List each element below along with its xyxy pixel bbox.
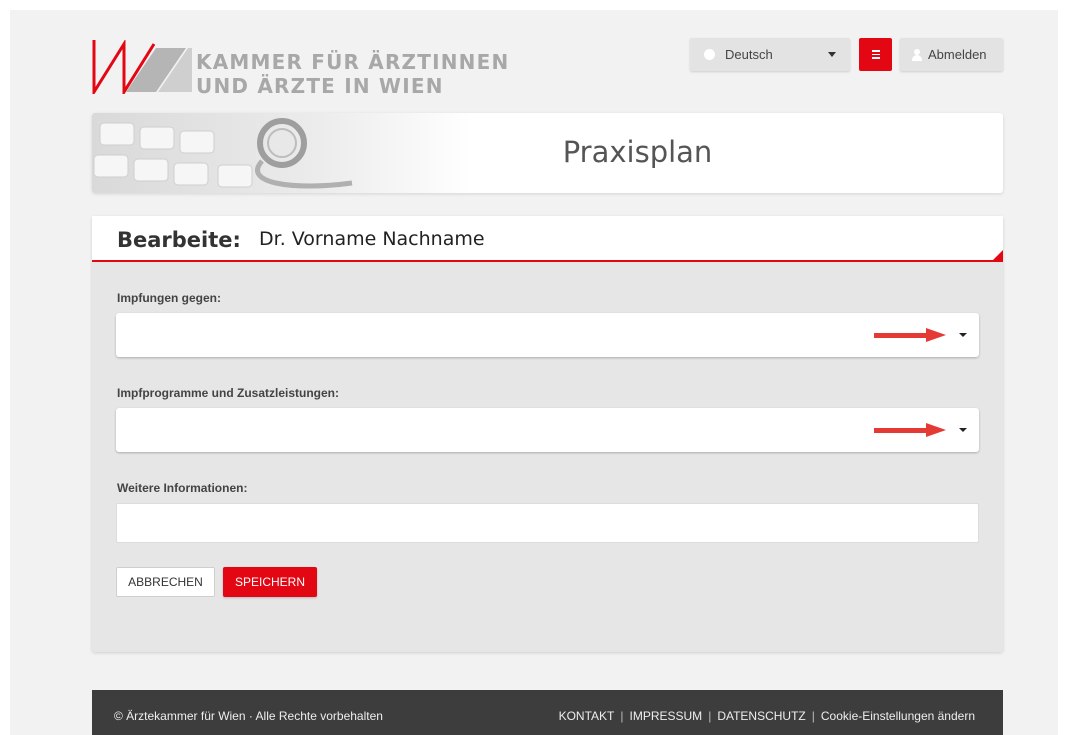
copyright-text: © Ärztekammer für Wien · Alle Rechte vor… bbox=[114, 709, 383, 723]
footer-links: KONTAKT | IMPRESSUM | DATENSCHUTZ | Cook… bbox=[559, 709, 975, 723]
user-icon bbox=[912, 48, 922, 61]
vaccinations-label: Impfungen gegen: bbox=[117, 291, 221, 305]
vaccinations-select[interactable] bbox=[116, 313, 979, 357]
logo-line-1: KAMMER FÜR ÄRZTINNEN bbox=[196, 50, 510, 74]
info-label: Weitere Informationen: bbox=[117, 481, 248, 495]
page-title: Praxisplan bbox=[562, 135, 713, 169]
cancel-button[interactable]: ABBRECHEN bbox=[116, 567, 215, 597]
footer-separator: | bbox=[811, 709, 815, 723]
edit-form-card: Bearbeite: Dr. Vorname Nachname Impfunge… bbox=[92, 216, 1003, 652]
logo-line-2: UND ÄRZTE IN WIEN bbox=[196, 74, 444, 98]
chevron-down-icon bbox=[959, 428, 967, 432]
red-arrow-icon bbox=[874, 328, 946, 342]
logout-button[interactable]: Abmelden bbox=[900, 38, 1003, 71]
red-arrow-icon bbox=[874, 423, 946, 437]
footer-separator: | bbox=[708, 709, 712, 723]
programs-label: Impfprogramme und Zusatzleistungen: bbox=[117, 386, 340, 400]
footer-link-impressum[interactable]: IMPRESSUM bbox=[630, 709, 703, 723]
footer-link-datenschutz[interactable]: DATENSCHUTZ bbox=[717, 709, 805, 723]
chevron-down-icon bbox=[828, 52, 836, 57]
edit-heading-label: Bearbeite: bbox=[117, 228, 241, 252]
menu-button[interactable] bbox=[859, 38, 892, 71]
chevron-down-icon bbox=[959, 333, 967, 337]
doctor-name: Dr. Vorname Nachname bbox=[259, 228, 485, 250]
globe-icon bbox=[704, 49, 715, 60]
footer-separator: | bbox=[620, 709, 624, 723]
form-header: Bearbeite: Dr. Vorname Nachname bbox=[92, 216, 1003, 262]
logout-label: Abmelden bbox=[928, 47, 987, 62]
corner-accent bbox=[993, 250, 1003, 260]
info-input[interactable] bbox=[116, 503, 979, 543]
save-button[interactable]: SPEICHERN bbox=[223, 567, 317, 597]
programs-select[interactable] bbox=[116, 408, 979, 452]
footer-link-kontakt[interactable]: KONTAKT bbox=[559, 709, 615, 723]
logo-wordmark: KAMMER FÜR ÄRZTINNEN UND ÄRZTE IN WIEN bbox=[196, 50, 509, 98]
hamburger-icon bbox=[871, 50, 880, 52]
language-label: Deutsch bbox=[725, 47, 773, 62]
footer-link-cookies[interactable]: Cookie-Einstellungen ändern bbox=[821, 709, 975, 723]
chamber-logo-icon[interactable] bbox=[92, 40, 192, 94]
language-select[interactable]: Deutsch bbox=[690, 38, 850, 71]
page-banner: Praxisplan bbox=[92, 113, 1003, 193]
footer: © Ärztekammer für Wien · Alle Rechte vor… bbox=[92, 690, 1003, 735]
